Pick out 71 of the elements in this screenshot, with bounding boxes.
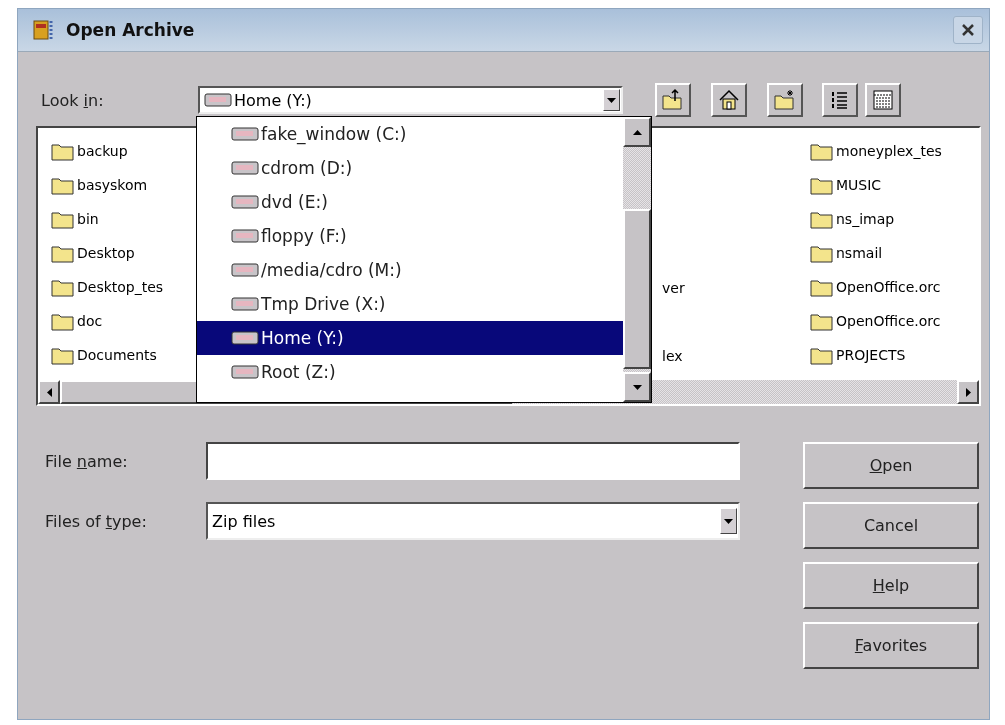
vertical-scrollbar[interactable] — [623, 117, 651, 402]
drive-icon — [231, 262, 259, 278]
folder-icon — [51, 311, 75, 331]
folder-up-icon — [661, 88, 685, 112]
dropdown-value: Zip files — [212, 511, 276, 531]
drive-icon — [231, 364, 259, 380]
drive-icon — [231, 194, 259, 210]
folder-item[interactable]: OpenOffice.orc — [810, 311, 980, 331]
scrollbar-thumb[interactable] — [623, 209, 651, 369]
new-folder-icon — [773, 88, 797, 112]
folder-item[interactable]: doc — [51, 311, 197, 331]
toolbar-button[interactable] — [655, 83, 691, 117]
folder-icon — [51, 243, 75, 263]
down-arrow-icon — [724, 516, 733, 526]
folder-icon — [51, 209, 75, 229]
drive-icon — [231, 160, 259, 176]
look-in-label: Look in: — [40, 90, 105, 110]
home-icon — [717, 88, 741, 112]
folder-icon — [51, 345, 75, 365]
drive-icon — [204, 92, 232, 108]
folder-icon — [51, 277, 75, 297]
up-arrow-icon — [632, 127, 642, 137]
file-name-field[interactable] — [206, 442, 740, 480]
close-button[interactable] — [953, 16, 983, 44]
dialog-button[interactable]: Open — [803, 442, 979, 489]
folder-icon — [810, 175, 834, 195]
folder-item[interactable]: basyskom — [51, 175, 197, 195]
look-in-dropdown[interactable]: Home (Y:) — [198, 86, 623, 114]
drive-icon — [231, 126, 259, 142]
dialog-button[interactable]: Favorites — [803, 622, 979, 669]
folder-icon — [810, 209, 834, 229]
detail-view-icon — [871, 88, 895, 112]
toolbar-button[interactable] — [711, 83, 747, 117]
file-type-dropdown[interactable]: Zip files — [206, 502, 740, 540]
drive-icon — [231, 228, 259, 244]
drive-menu-item[interactable]: Home (Y:) — [197, 321, 623, 355]
folder-item[interactable]: Documents — [51, 345, 197, 365]
down-arrow-icon — [632, 382, 642, 392]
toolbar-button[interactable] — [767, 83, 803, 117]
drive-icon — [231, 296, 259, 312]
folder-item[interactable]: PROJECTS — [810, 345, 980, 365]
folder-icon — [51, 175, 75, 195]
folder-icon — [810, 345, 834, 365]
file-type-label: Files of type: — [44, 511, 148, 531]
dropdown-value: Home (Y:) — [234, 90, 312, 110]
folder-icon — [810, 277, 834, 297]
folder-icon — [810, 243, 834, 263]
right-arrow-icon — [963, 387, 973, 397]
archive-icon — [32, 18, 56, 42]
dialog-button[interactable]: Cancel — [803, 502, 979, 549]
folder-icon — [51, 141, 75, 161]
window-title: Open Archive — [66, 20, 196, 40]
drive-icon — [231, 330, 259, 346]
folder-item[interactable]: nsmail — [810, 243, 980, 263]
dialog-button[interactable]: Help — [803, 562, 979, 609]
toolbar-button[interactable] — [822, 83, 858, 117]
folder-item[interactable]: bin — [51, 209, 197, 229]
folder-item[interactable]: OpenOffice.orc — [810, 277, 980, 297]
file-name-label: File name: — [44, 451, 129, 471]
folder-item[interactable]: Desktop — [51, 243, 197, 263]
toolbar-button[interactable] — [865, 83, 901, 117]
folder-icon — [810, 141, 834, 161]
folder-item[interactable]: moneyplex_tes — [810, 141, 980, 161]
folder-icon — [810, 311, 834, 331]
folder-item[interactable]: Desktop_tes — [51, 277, 197, 297]
folder-item[interactable]: backup — [51, 141, 197, 161]
close-icon — [961, 23, 975, 37]
folder-item[interactable]: ns_imap — [810, 209, 980, 229]
folder-item[interactable]: MUSIC — [810, 175, 980, 195]
left-arrow-icon — [44, 387, 54, 397]
down-arrow-icon — [607, 95, 616, 105]
